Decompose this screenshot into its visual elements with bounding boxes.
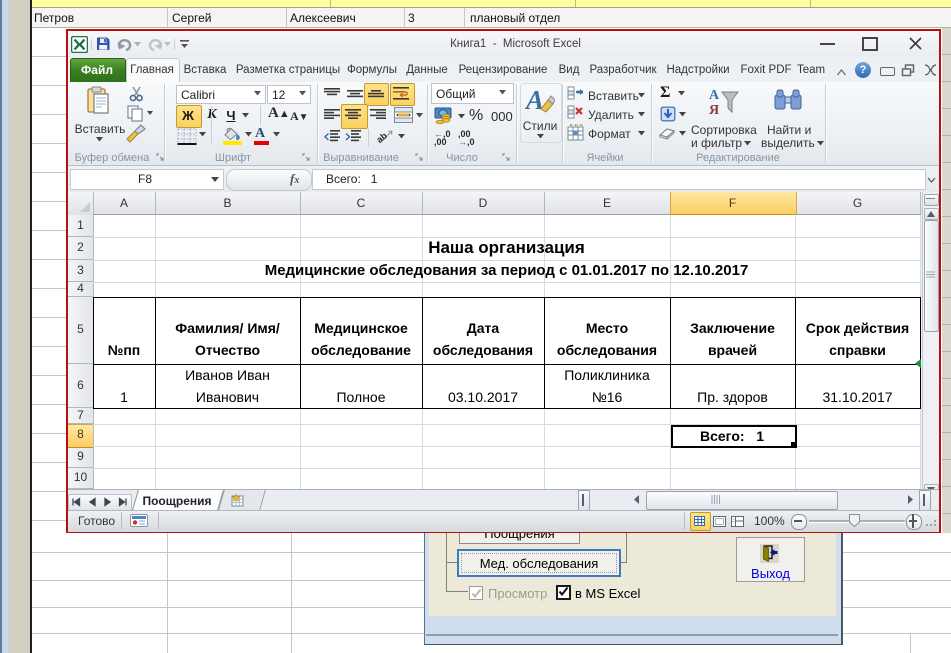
svg-text:A: A [525,85,544,115]
svg-text:Я: Я [709,103,719,118]
svg-text:А: А [709,88,720,103]
svg-text:ab: ab [377,130,389,145]
